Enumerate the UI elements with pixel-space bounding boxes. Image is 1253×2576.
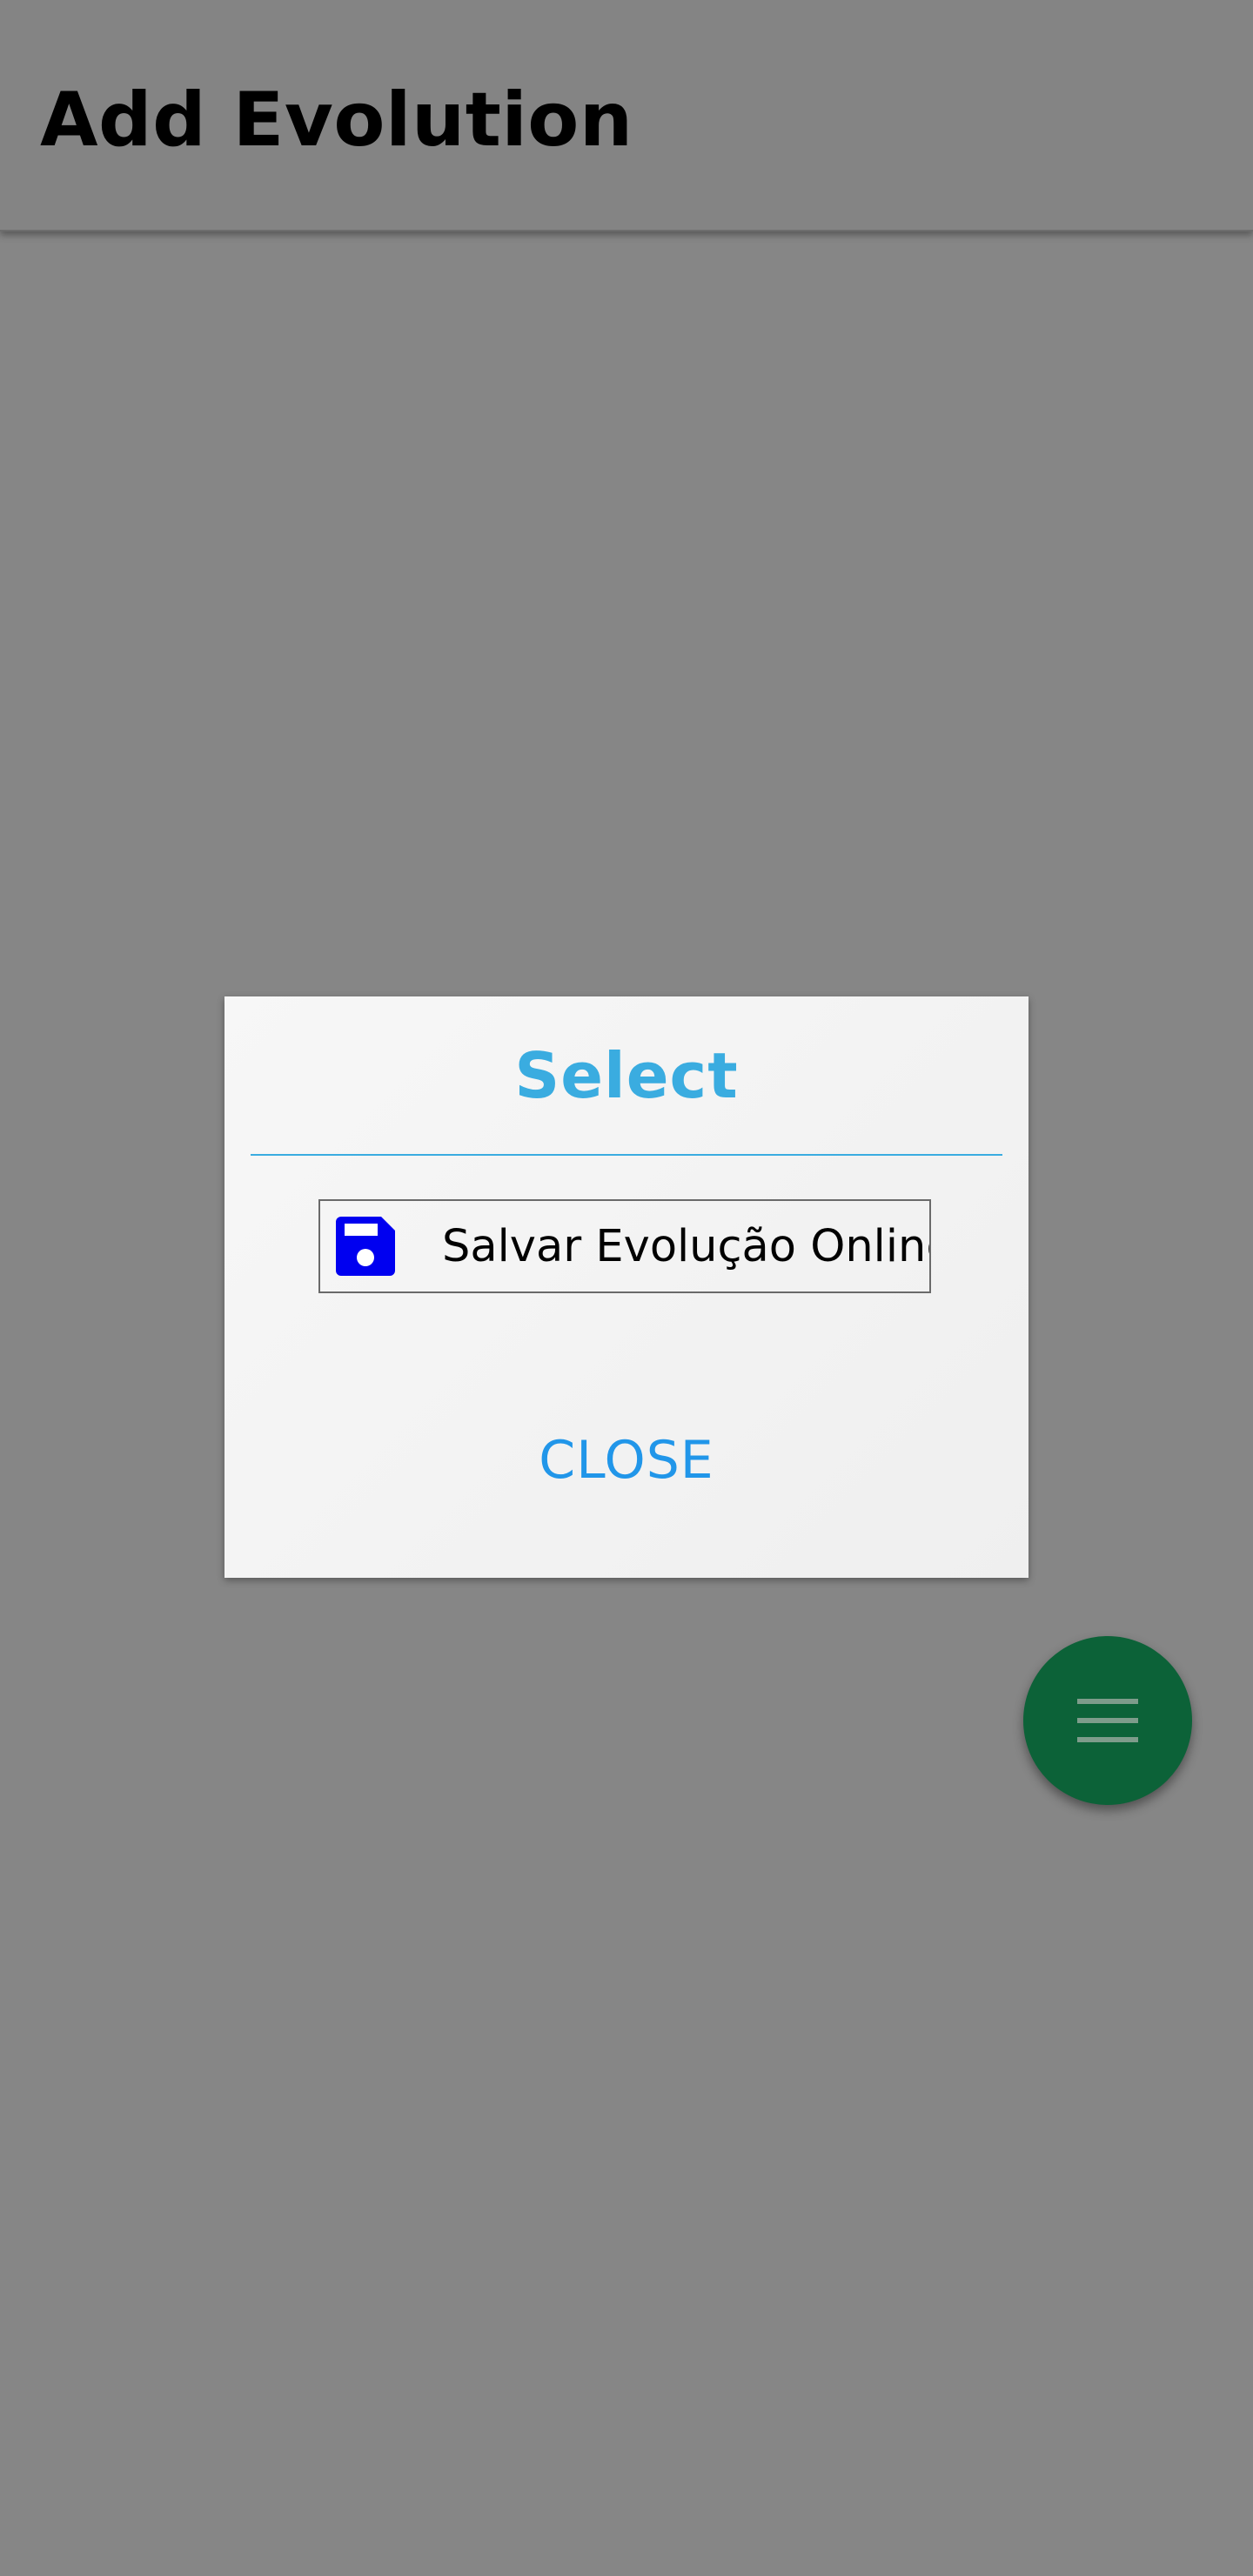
dialog-divider [251,1154,1002,1156]
menu-fab[interactable] [1023,1636,1192,1805]
save-evolution-online-button[interactable]: Salvar Evolução Online [318,1199,931,1293]
dialog-title: Select [514,1039,739,1112]
floppy-disk-save-icon [336,1217,395,1276]
page-title: Add Evolution [40,77,633,164]
close-button[interactable]: CLOSE [496,1412,757,1508]
select-dialog: Select Salvar Evolução Online CLOSE [224,996,1029,1578]
app-bar: Add Evolution [0,0,1253,231]
menu-icon [1077,1699,1138,1742]
save-evolution-online-label: Salvar Evolução Online [442,1221,931,1272]
